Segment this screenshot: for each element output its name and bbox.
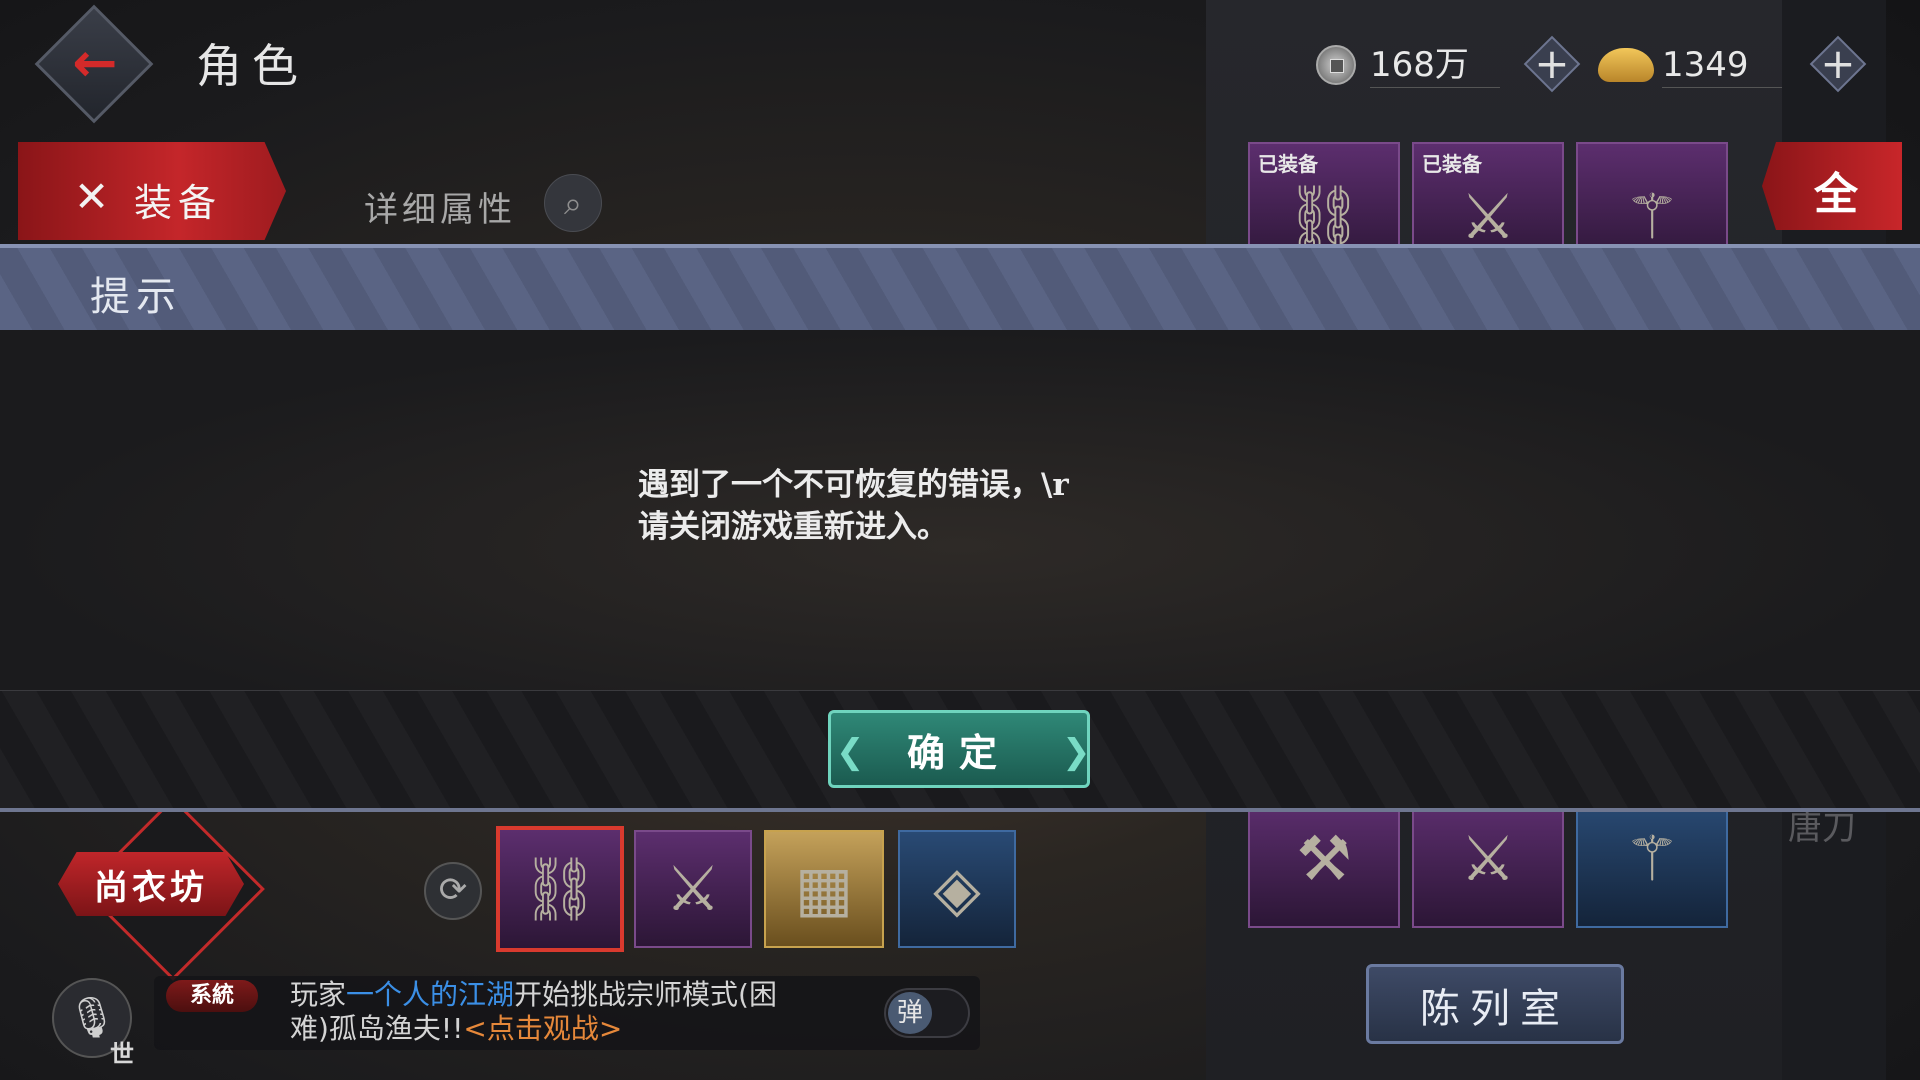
inventory-slot[interactable]: ⚔ xyxy=(1412,800,1564,928)
gauntlet-icon: ⛓ xyxy=(1284,180,1364,253)
plus-icon[interactable]: + xyxy=(1810,36,1866,92)
danmu-toggle-knob[interactable]: 弹 xyxy=(888,992,932,1034)
tab-equipment-label[interactable]: 装备 xyxy=(134,172,222,227)
armor-icon: ▦ xyxy=(794,852,854,925)
confirm-label[interactable]: 确定 xyxy=(828,722,1090,777)
gauntlet-icon: ⛓ xyxy=(520,852,600,925)
tab-detailed-attributes[interactable]: 详细属性 xyxy=(364,182,516,231)
filter-all-label[interactable]: 全 xyxy=(1814,158,1858,222)
inventory-slot[interactable]: ⚚ xyxy=(1576,800,1728,928)
chat-text: 开始挑战宗师模式(困 xyxy=(514,978,777,1011)
plus-icon[interactable]: + xyxy=(1524,36,1580,92)
error-message: 遇到了一个不可恢复的错误，\r 请关闭游戏重新进入。 xyxy=(638,467,1069,545)
equipped-slot[interactable]: ▦ xyxy=(764,830,884,948)
bracer-icon: ◈ xyxy=(933,852,981,925)
coin-icon xyxy=(1316,45,1356,85)
back-arrow-icon[interactable]: ← xyxy=(60,36,130,90)
equipped-slot[interactable]: ◈ xyxy=(898,830,1016,948)
sword-icon: ⚔ xyxy=(665,852,721,925)
equipped-tag: 已装备 xyxy=(1258,152,1318,176)
coin-amount: 168万 xyxy=(1370,43,1500,88)
ingot-amount: 1349 xyxy=(1662,43,1782,88)
chat-player-name[interactable]: 一个人的江湖 xyxy=(346,978,514,1011)
mace-icon: ⚒ xyxy=(1296,822,1352,895)
chat-channel-label[interactable]: 世 xyxy=(110,1034,134,1069)
page-title: 角色 xyxy=(196,39,308,93)
modal-title: 提示 xyxy=(90,274,182,320)
crossed-swords-icon: ✕ xyxy=(74,172,110,221)
inventory-slot[interactable]: ⚒ xyxy=(1248,800,1400,928)
chat-message-line-2: 难)孤岛渔夫!!<点击观战> xyxy=(290,1012,890,1046)
chat-message-line-1: 玩家一个人的江湖开始挑战宗师模式(困 xyxy=(290,978,890,1012)
sword-icon: ⚔ xyxy=(1460,180,1516,253)
dual-blades-icon: ⚔ xyxy=(1460,822,1516,895)
equipped-slot[interactable]: ⛓ xyxy=(496,826,624,952)
modal-header xyxy=(0,244,1920,330)
staff-icon: ⚚ xyxy=(1624,822,1680,895)
equipped-tag: 已装备 xyxy=(1422,152,1482,176)
system-badge: 系統 xyxy=(166,980,258,1012)
polearm-icon: ⚚ xyxy=(1624,180,1680,253)
tailor-shop-label[interactable]: 尚衣坊 xyxy=(58,860,244,909)
equipped-slot[interactable]: ⚔ xyxy=(634,830,752,948)
chat-text: 玩家 xyxy=(290,978,347,1011)
swap-icon[interactable]: ⟳ xyxy=(424,862,482,920)
search-icon[interactable]: ⌕ xyxy=(544,174,602,232)
gallery-label[interactable]: 陈列室 xyxy=(1366,976,1624,1034)
chat-text: 难)孤岛渔夫!! xyxy=(290,1012,464,1045)
spectate-link[interactable]: <点击观战> xyxy=(463,1012,622,1045)
